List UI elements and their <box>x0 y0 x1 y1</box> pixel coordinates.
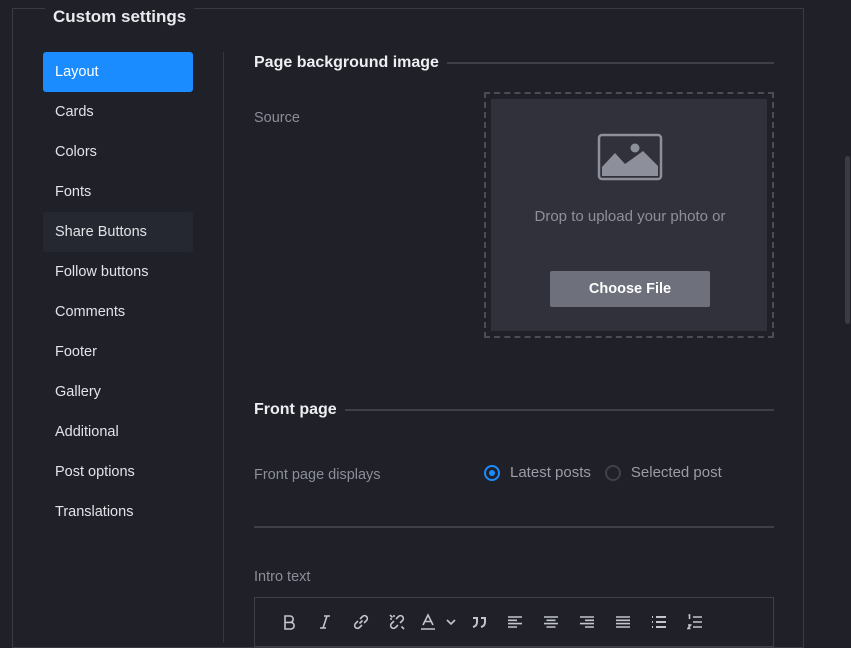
sidebar-item-comments[interactable]: Comments <box>43 292 193 332</box>
sidebar-item-footer[interactable]: Footer <box>43 332 193 372</box>
front-page-section-header: Front page <box>254 399 774 421</box>
radio-label: Latest posts <box>510 464 591 481</box>
sidebar-item-translations[interactable]: Translations <box>43 492 193 532</box>
section-rule <box>446 62 774 64</box>
dropzone-text: Drop to upload your photo or <box>534 208 726 225</box>
sidebar-item-cards[interactable]: Cards <box>43 92 193 132</box>
sidebar-divider <box>223 52 224 642</box>
align-left-icon[interactable] <box>497 610 533 634</box>
link-icon[interactable] <box>343 610 379 634</box>
source-label: Source <box>254 110 300 126</box>
unlink-icon[interactable] <box>379 610 415 634</box>
quote-icon[interactable] <box>461 610 497 634</box>
background-section-title: Page background image <box>254 54 439 71</box>
align-right-icon[interactable] <box>569 610 605 634</box>
intro-text-label: Intro text <box>254 569 311 585</box>
sidebar-item-gallery[interactable]: Gallery <box>43 372 193 412</box>
image-placeholder-icon <box>597 133 663 181</box>
radio-button-unchecked[interactable] <box>604 464 621 481</box>
image-dropzone[interactable]: Drop to upload your photo or Choose File <box>484 92 774 338</box>
editor-toolbar <box>271 610 713 634</box>
sidebar-item-fonts[interactable]: Fonts <box>43 172 193 212</box>
bullet-list-icon[interactable] <box>641 610 677 634</box>
front-page-section-title: Front page <box>254 401 337 418</box>
numbered-list-icon[interactable] <box>677 610 713 634</box>
panel-title: Custom settings <box>45 7 195 27</box>
text-color-icon[interactable] <box>415 610 441 634</box>
sidebar-item-share-buttons[interactable]: Share Buttons <box>43 212 193 252</box>
sidebar-item-post-options[interactable]: Post options <box>43 452 193 492</box>
radio-latest-posts[interactable]: Latest posts <box>484 464 591 481</box>
sidebar-item-colors[interactable]: Colors <box>43 132 193 172</box>
sidebar-item-additional[interactable]: Additional <box>43 412 193 452</box>
settings-sidebar: Layout Cards Colors Fonts Share Buttons … <box>43 52 193 532</box>
sidebar-item-layout[interactable]: Layout <box>43 52 193 92</box>
chevron-down-icon[interactable] <box>441 610 461 634</box>
align-center-icon[interactable] <box>533 610 569 634</box>
section-rule <box>344 409 774 411</box>
choose-file-button[interactable]: Choose File <box>550 271 710 307</box>
intro-text-editor[interactable] <box>254 597 774 647</box>
bold-icon[interactable] <box>271 610 307 634</box>
front-page-displays-label: Front page displays <box>254 467 381 483</box>
sidebar-item-follow-buttons[interactable]: Follow buttons <box>43 252 193 292</box>
radio-label: Selected post <box>630 464 722 481</box>
italic-icon[interactable] <box>307 610 343 634</box>
radio-button-checked[interactable] <box>484 464 500 481</box>
align-justify-icon[interactable] <box>605 610 641 634</box>
background-section-header: Page background image <box>254 52 774 74</box>
scrollbar-thumb[interactable] <box>845 156 850 324</box>
section-divider <box>254 526 774 528</box>
front-page-radio-group: Latest posts Selected post <box>484 464 736 481</box>
dropzone-area: Drop to upload your photo or Choose File <box>491 99 767 331</box>
radio-selected-post[interactable]: Selected post <box>604 464 722 481</box>
